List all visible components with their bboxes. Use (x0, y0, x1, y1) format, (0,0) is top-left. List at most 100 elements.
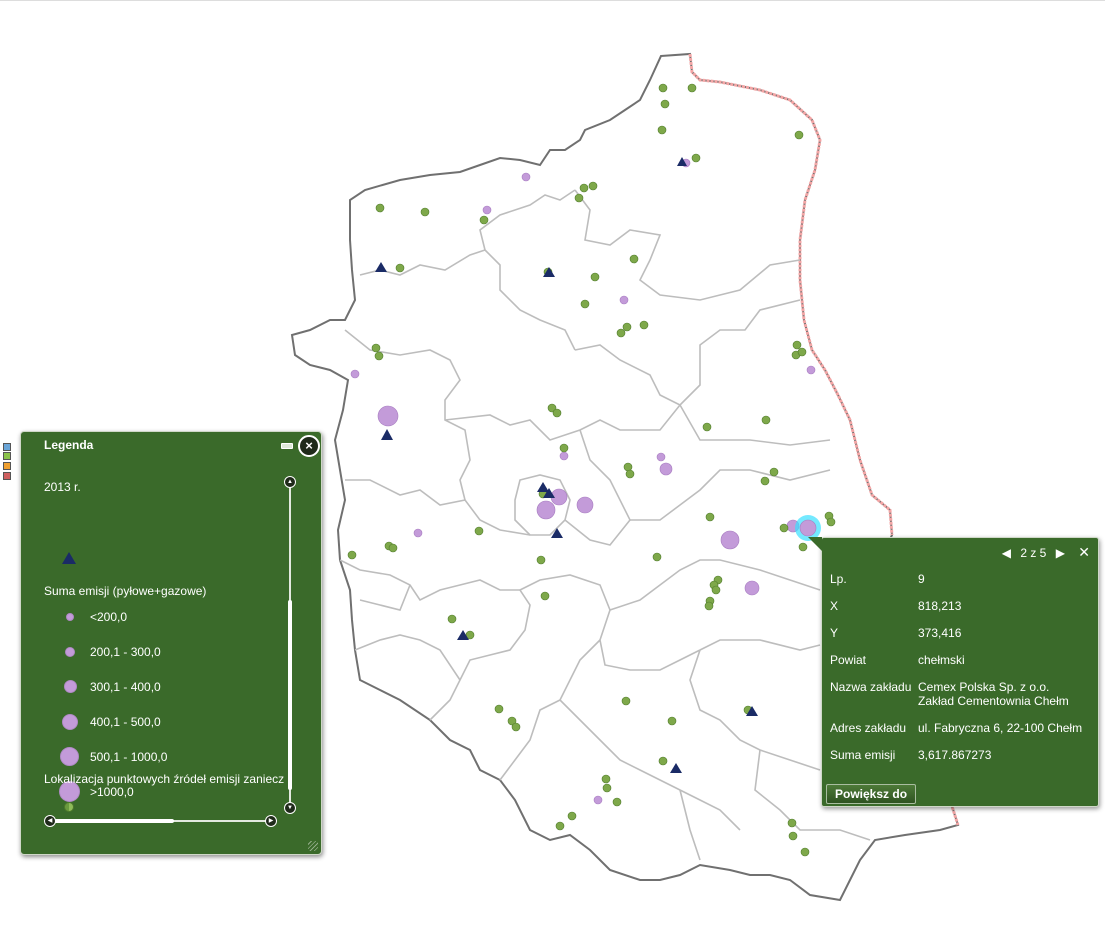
source-marker[interactable] (616, 328, 626, 338)
emission-marker[interactable] (619, 295, 629, 305)
emission-marker[interactable] (744, 580, 760, 596)
emission-marker[interactable] (720, 530, 740, 550)
zoom-to-button[interactable]: Powiększ do (826, 784, 917, 804)
source-marker[interactable] (779, 523, 789, 533)
scroll-thumb[interactable] (54, 819, 174, 823)
source-marker[interactable] (687, 83, 697, 93)
scroll-left-icon[interactable]: ◀ (44, 815, 56, 827)
source-marker[interactable] (658, 83, 668, 93)
attribute-value: chełmski (918, 653, 965, 667)
circle-symbol-icon (60, 747, 79, 766)
source-marker[interactable] (787, 818, 797, 828)
source-marker[interactable] (552, 408, 562, 418)
source-marker[interactable] (511, 722, 521, 732)
emission-marker[interactable] (576, 496, 594, 514)
source-marker[interactable] (711, 585, 721, 595)
scroll-up-icon[interactable]: ▲ (284, 476, 296, 488)
source-marker[interactable] (612, 797, 622, 807)
source-marker[interactable] (657, 125, 667, 135)
emission-marker[interactable] (536, 500, 556, 520)
source-marker[interactable] (667, 716, 677, 726)
legend-vertical-scrollbar[interactable]: ▲ ▼ (284, 476, 296, 814)
attribute-key: X (830, 599, 839, 613)
source-marker[interactable] (658, 756, 668, 766)
scroll-thumb[interactable] (288, 600, 292, 790)
source-marker[interactable] (792, 340, 802, 350)
source-marker[interactable] (788, 831, 798, 841)
source-marker[interactable] (588, 181, 598, 191)
circle-symbol-icon (64, 680, 77, 693)
source-marker[interactable] (580, 299, 590, 309)
source-marker[interactable] (602, 783, 612, 793)
top-border-line (0, 0, 1105, 1)
emission-marker[interactable] (350, 369, 360, 379)
legend-close-button[interactable]: × (298, 435, 320, 457)
source-marker[interactable] (691, 153, 701, 163)
source-marker[interactable] (601, 774, 611, 784)
source-marker[interactable] (797, 347, 807, 357)
popup-pager: ◀ 2 z 5 ▶ ✕ (996, 544, 1090, 560)
emission-marker[interactable] (559, 451, 569, 461)
previous-feature-icon[interactable]: ◀ (1002, 546, 1011, 560)
source-marker[interactable] (420, 207, 430, 217)
source-marker[interactable] (639, 320, 649, 330)
layer-list-icon[interactable] (3, 443, 11, 451)
source-marker[interactable] (536, 555, 546, 565)
emission-marker[interactable] (806, 365, 816, 375)
source-marker[interactable] (798, 542, 808, 552)
attribute-value: 373,416 (918, 626, 962, 640)
legend-icon[interactable] (3, 462, 11, 470)
source-marker[interactable] (660, 99, 670, 109)
emission-marker[interactable] (659, 462, 673, 476)
source-marker[interactable] (800, 847, 810, 857)
emission-marker[interactable] (413, 528, 423, 538)
source-marker[interactable] (622, 322, 632, 332)
source-marker[interactable] (447, 614, 457, 624)
minimize-button[interactable] (281, 443, 293, 449)
source-marker[interactable] (374, 351, 384, 361)
source-marker[interactable] (371, 343, 381, 353)
source-marker[interactable] (574, 193, 584, 203)
source-marker[interactable] (625, 469, 635, 479)
source-marker[interactable] (704, 601, 714, 611)
source-marker[interactable] (474, 526, 484, 536)
source-marker[interactable] (621, 696, 631, 706)
emission-marker[interactable] (377, 405, 399, 427)
next-feature-icon[interactable]: ▶ (1056, 546, 1065, 560)
emission-marker[interactable] (656, 452, 666, 462)
circle-symbol-icon (65, 647, 75, 657)
source-marker[interactable] (579, 183, 589, 193)
source-marker[interactable] (375, 203, 385, 213)
source-marker[interactable] (479, 215, 489, 225)
scroll-right-icon[interactable]: ▶ (265, 815, 277, 827)
source-marker[interactable] (494, 704, 504, 714)
source-marker[interactable] (702, 422, 712, 432)
source-marker[interactable] (395, 263, 405, 273)
source-marker[interactable] (794, 130, 804, 140)
source-marker[interactable] (567, 811, 577, 821)
resize-grip-icon[interactable] (308, 841, 318, 851)
popup-close-icon[interactable]: ✕ (1078, 544, 1090, 561)
scroll-down-icon[interactable]: ▼ (284, 802, 296, 814)
source-marker[interactable] (761, 415, 771, 425)
source-marker[interactable] (629, 254, 639, 264)
source-marker[interactable] (559, 443, 569, 453)
basemap-icon[interactable] (3, 452, 11, 460)
source-marker[interactable] (347, 550, 357, 560)
source-marker[interactable] (769, 467, 779, 477)
source-marker[interactable] (590, 272, 600, 282)
source-marker[interactable] (540, 591, 550, 601)
source-marker[interactable] (652, 552, 662, 562)
emission-marker[interactable] (593, 795, 603, 805)
legend-horizontal-scrollbar[interactable]: ◀ ▶ (44, 815, 279, 827)
attribute-key: Nazwa zakładu (830, 680, 912, 694)
print-icon[interactable] (3, 472, 11, 480)
source-marker[interactable] (705, 512, 715, 522)
source-marker[interactable] (388, 543, 398, 553)
emission-marker[interactable] (482, 205, 492, 215)
source-marker[interactable] (826, 517, 836, 527)
legend-class-label: <200,0 (90, 610, 128, 624)
emission-marker[interactable] (521, 172, 531, 182)
source-marker[interactable] (555, 821, 565, 831)
source-marker[interactable] (760, 476, 770, 486)
